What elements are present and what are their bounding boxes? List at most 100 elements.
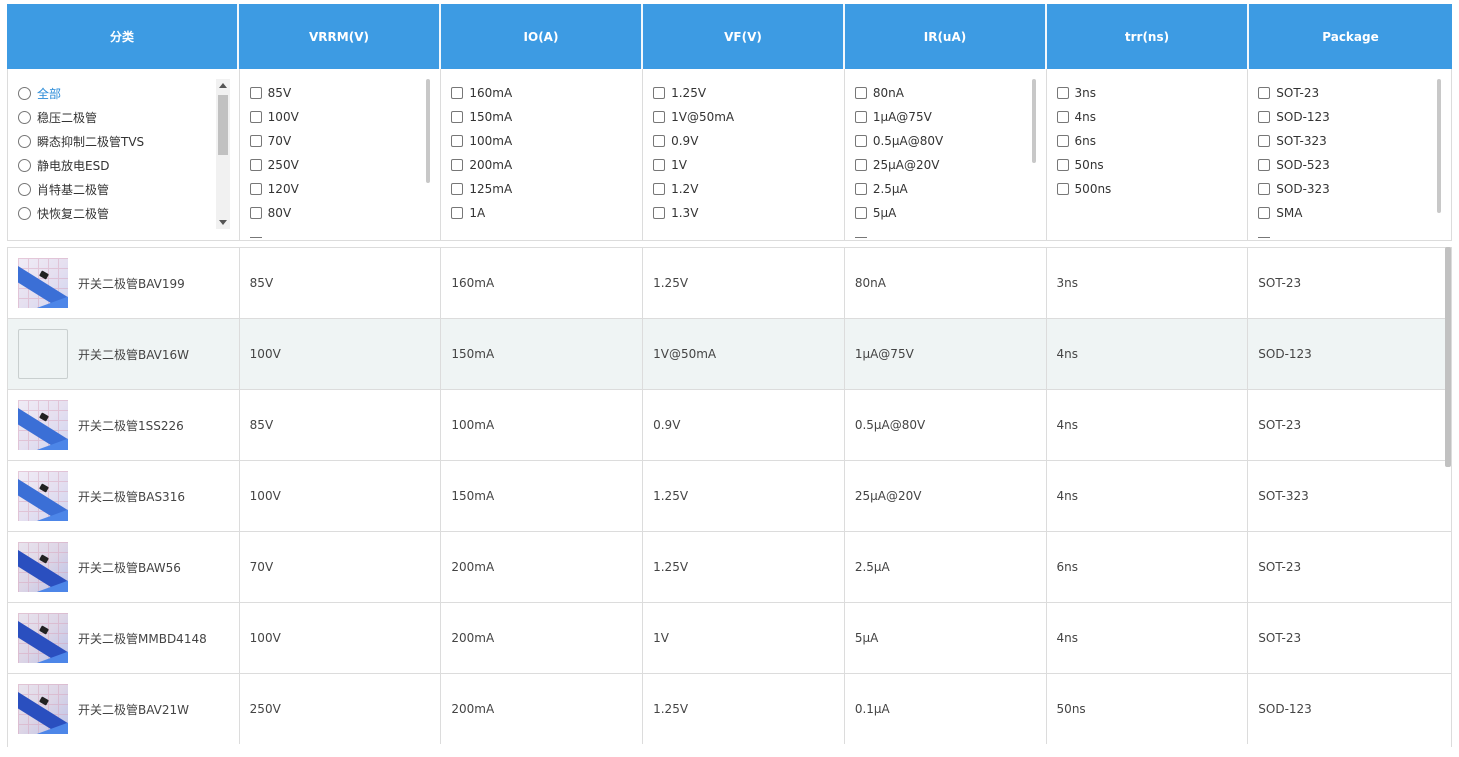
table-row[interactable]: 开关二极管BAS316 100V 150mA 1.25V 25μA@20V 4n… <box>8 460 1451 531</box>
checkbox-icon[interactable] <box>451 183 464 195</box>
package-option[interactable]: SOD-123 <box>1258 105 1451 129</box>
checkbox-icon[interactable] <box>854 207 867 219</box>
checkbox-icon[interactable] <box>451 159 464 171</box>
io-option[interactable]: 150mA <box>451 105 642 129</box>
vrrm-option[interactable]: 120V <box>249 177 441 201</box>
checkbox-icon[interactable] <box>249 207 262 219</box>
product-name-cell[interactable]: 开关二极管BAV16W <box>8 319 240 389</box>
checkbox-icon[interactable] <box>1258 207 1271 219</box>
scroll-down-icon[interactable] <box>218 220 227 225</box>
package-option[interactable]: SMA <box>1258 201 1451 225</box>
header-vrrm[interactable]: VRRM(V) <box>239 4 441 69</box>
package-option[interactable]: SOD-323 <box>1258 177 1451 201</box>
table-row[interactable]: 开关二极管MMBD4148 100V 200mA 1V 5μA 4ns SOT-… <box>8 602 1451 673</box>
radio-icon[interactable] <box>18 86 31 100</box>
product-image[interactable] <box>18 542 68 592</box>
vrrm-option[interactable]: 70V <box>249 129 441 153</box>
checkbox-icon[interactable] <box>1056 159 1069 171</box>
product-name[interactable]: 开关二极管1SS226 <box>78 417 184 434</box>
checkbox-icon[interactable] <box>451 135 464 147</box>
package-scrollbar[interactable] <box>1436 79 1441 213</box>
checkbox-icon[interactable] <box>249 135 262 147</box>
checkbox-icon[interactable] <box>854 111 867 123</box>
checkbox-icon[interactable] <box>451 207 464 219</box>
trr-option[interactable]: 4ns <box>1056 105 1248 129</box>
category-scrollbar[interactable] <box>215 79 230 229</box>
header-trr[interactable]: trr(ns) <box>1047 4 1249 69</box>
product-image[interactable] <box>18 400 68 450</box>
category-option-all[interactable]: 全部 <box>18 81 239 105</box>
table-scrollbar[interactable] <box>1445 247 1451 467</box>
product-name-cell[interactable]: 开关二极管BAS316 <box>8 461 240 531</box>
radio-icon[interactable] <box>18 134 31 148</box>
vrrm-option[interactable]: 85V <box>249 81 441 105</box>
table-row[interactable]: 开关二极管BAV199 85V 160mA 1.25V 80nA 3ns SOT… <box>8 247 1451 318</box>
header-ir[interactable]: IR(uA) <box>845 4 1047 69</box>
trr-option[interactable]: 6ns <box>1056 129 1248 153</box>
radio-icon[interactable] <box>18 182 31 196</box>
product-name-cell[interactable]: 开关二极管1SS226 <box>8 390 240 460</box>
checkbox-icon[interactable] <box>653 183 666 195</box>
checkbox-icon[interactable] <box>249 111 262 123</box>
ir-option[interactable]: 80nA <box>854 81 1046 105</box>
ir-option[interactable]: 2.5μA <box>854 177 1046 201</box>
radio-icon[interactable] <box>18 206 31 220</box>
scrollbar-thumb[interactable] <box>217 95 228 155</box>
checkbox-icon[interactable] <box>1258 87 1271 99</box>
product-image[interactable] <box>18 258 68 308</box>
product-name-cell[interactable]: 开关二极管MMBD4148 <box>8 603 240 673</box>
checkbox-icon[interactable] <box>1056 135 1069 147</box>
product-name[interactable]: 开关二极管BAV21W <box>78 701 189 718</box>
product-name[interactable]: 开关二极管BAV16W <box>78 346 189 363</box>
checkbox-icon[interactable] <box>249 87 262 99</box>
product-name-cell[interactable]: 开关二极管BAV199 <box>8 248 240 318</box>
vrrm-option[interactable]: 100V <box>249 105 441 129</box>
header-category[interactable]: 分类 <box>7 4 239 69</box>
vf-option[interactable]: 0.9V <box>653 129 844 153</box>
header-package[interactable]: Package <box>1249 4 1452 69</box>
checkbox-icon[interactable] <box>451 111 464 123</box>
product-image-placeholder[interactable] <box>18 329 68 379</box>
checkbox-icon[interactable] <box>653 159 666 171</box>
vf-option[interactable]: 1.25V <box>653 81 844 105</box>
category-option[interactable]: 瞬态抑制二极管TVS <box>18 129 239 153</box>
checkbox-icon[interactable] <box>653 207 666 219</box>
io-option[interactable]: 1A <box>451 201 642 225</box>
product-name-cell[interactable]: 开关二极管BAV21W <box>8 674 240 744</box>
product-name-cell[interactable]: 开关二极管BAW56 <box>8 532 240 602</box>
radio-icon[interactable] <box>18 110 31 124</box>
ir-option[interactable]: 1μA@75V <box>854 105 1046 129</box>
checkbox-icon[interactable] <box>854 135 867 147</box>
checkbox-icon[interactable] <box>1056 87 1069 99</box>
checkbox-icon[interactable] <box>1258 159 1271 171</box>
checkbox-icon[interactable] <box>854 87 867 99</box>
ir-option[interactable]: 5μA <box>854 201 1046 225</box>
vf-option[interactable]: 1.2V <box>653 177 844 201</box>
checkbox-icon[interactable] <box>451 87 464 99</box>
checkbox-icon[interactable] <box>1258 135 1271 147</box>
checkbox-icon[interactable] <box>653 111 666 123</box>
product-name[interactable]: 开关二极管MMBD4148 <box>78 630 207 647</box>
table-row[interactable]: 开关二极管BAV21W 250V 200mA 1.25V 0.1μA 50ns … <box>8 673 1451 744</box>
io-option[interactable]: 125mA <box>451 177 642 201</box>
trr-option[interactable]: 50ns <box>1056 153 1248 177</box>
table-row[interactable]: 开关二极管BAW56 70V 200mA 1.25V 2.5μA 6ns SOT… <box>8 531 1451 602</box>
product-image[interactable] <box>18 471 68 521</box>
vrrm-scrollbar[interactable] <box>426 79 431 183</box>
checkbox-icon[interactable] <box>249 159 262 171</box>
checkbox-icon[interactable] <box>653 87 666 99</box>
scroll-up-icon[interactable] <box>218 83 227 88</box>
io-option[interactable]: 200mA <box>451 153 642 177</box>
trr-option[interactable]: 3ns <box>1056 81 1248 105</box>
category-option[interactable]: 肖特基二极管 <box>18 177 239 201</box>
header-io[interactable]: IO(A) <box>441 4 643 69</box>
ir-option[interactable]: 25μA@20V <box>854 153 1046 177</box>
category-option[interactable]: 稳压二极管 <box>18 105 239 129</box>
checkbox-icon[interactable] <box>1258 111 1271 123</box>
table-row[interactable]: 开关二极管BAV16W 100V 150mA 1V@50mA 1μA@75V 4… <box>8 318 1451 389</box>
vf-option[interactable]: 1.3V <box>653 201 844 225</box>
checkbox-icon[interactable] <box>1258 183 1271 195</box>
table-row[interactable]: 开关二极管1SS226 85V 100mA 0.9V 0.5μA@80V 4ns… <box>8 389 1451 460</box>
checkbox-icon[interactable] <box>249 183 262 195</box>
package-option[interactable]: SOD-523 <box>1258 153 1451 177</box>
